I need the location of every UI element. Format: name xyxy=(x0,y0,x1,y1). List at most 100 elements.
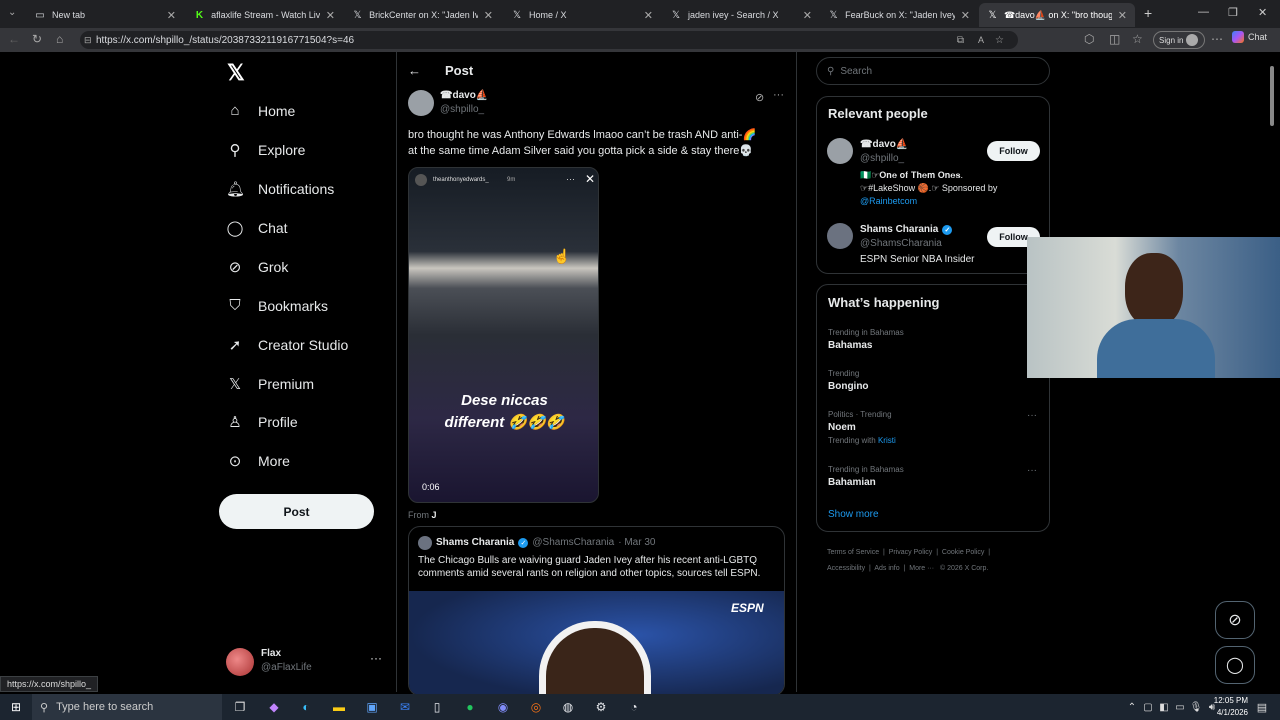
tab-fearbuck[interactable]: 𝕏 FearBuck on X: "Jaden Ivey questi ✕ xyxy=(820,3,978,27)
quote-image[interactable]: ESPN xyxy=(409,591,784,695)
minimize-icon[interactable]: — xyxy=(1198,6,1209,18)
from-user[interactable]: J xyxy=(432,510,437,520)
nav-home[interactable]: ⌂ Home xyxy=(226,102,295,119)
tab-active-post[interactable]: 𝕏 ☎davo⛵ on X: "bro thought he w ✕ xyxy=(979,3,1135,27)
read-aloud-icon[interactable]: A xyxy=(978,35,984,45)
document-icon[interactable]: ▯ xyxy=(429,699,445,715)
network-icon[interactable]: ▭ xyxy=(1172,699,1188,715)
nav-bookmarks[interactable]: ⛉ Bookmarks xyxy=(226,297,328,314)
more-dots-icon[interactable]: ··· xyxy=(773,89,784,101)
follow-button[interactable]: Follow xyxy=(987,141,1040,161)
nav-notifications[interactable]: 🔔︎ Notifications xyxy=(226,180,334,198)
footer-link[interactable]: Cookie Policy xyxy=(942,549,984,556)
close-tab-icon[interactable]: ✕ xyxy=(167,9,176,22)
close-tab-icon[interactable]: ✕ xyxy=(326,9,335,22)
tab-kick[interactable]: K aflaxlife Stream - Watch Live on K ✕ xyxy=(186,3,343,27)
settings-menu-icon[interactable]: ⋯ xyxy=(1211,32,1223,46)
restore-icon[interactable]: ❐ xyxy=(1228,6,1238,19)
grok-float-button[interactable]: ⊘ xyxy=(1215,601,1255,639)
clock[interactable]: 12:05 PM 4/1/2026 xyxy=(1206,695,1248,719)
video-player[interactable]: theanthonyedwards_ 9m ··· ✕ Dese niccas … xyxy=(408,167,599,503)
trend-extra-link[interactable]: Kristi xyxy=(878,436,896,445)
taskbar-search-input[interactable]: ⚲ Type here to search xyxy=(32,694,222,720)
copilot-icon[interactable]: ◆ xyxy=(266,699,282,715)
split-screen-icon[interactable]: ◫ xyxy=(1109,32,1120,46)
back-icon[interactable]: ← xyxy=(8,32,20,46)
footer-link[interactable]: Accessibility xyxy=(827,565,865,572)
task-view-icon[interactable]: ❐ xyxy=(232,699,248,715)
nav-explore[interactable]: ⚲ Explore xyxy=(226,141,306,159)
spotify-icon[interactable]: ● xyxy=(462,699,478,715)
address-bar[interactable]: ⊟ https://x.com/shpillo_/status/20387332… xyxy=(80,31,1018,49)
file-explorer-icon[interactable]: ▬ xyxy=(331,699,347,715)
trend-item[interactable]: Trending Bongino xyxy=(828,369,869,392)
discord-icon[interactable]: ◉ xyxy=(495,699,511,715)
grok-icon[interactable]: ⊘ xyxy=(755,91,764,104)
close-tab-icon[interactable]: ✕ xyxy=(803,9,812,22)
close-tab-icon[interactable]: ✕ xyxy=(961,9,970,22)
search-input[interactable]: ⚲ Search xyxy=(816,57,1050,85)
site-info-icon[interactable]: ⊟ xyxy=(84,35,92,46)
home-button-icon[interactable]: ⌂ xyxy=(56,32,63,46)
favorite-star-icon[interactable]: ☆ xyxy=(995,35,1004,46)
footer-link[interactable]: Ads info xyxy=(874,565,899,572)
back-arrow-icon[interactable]: ← xyxy=(408,63,421,78)
more-dots-icon[interactable]: ··· xyxy=(1027,410,1037,421)
nav-grok[interactable]: ⊘ Grok xyxy=(226,258,289,276)
microphone-icon[interactable]: 🎙︎ xyxy=(1188,699,1204,715)
close-tab-icon[interactable]: ✕ xyxy=(484,9,493,22)
nav-premium[interactable]: 𝕏 Premium xyxy=(226,375,314,393)
footer-link[interactable]: More ··· xyxy=(909,565,934,572)
more-dots-icon[interactable]: ··· xyxy=(1027,465,1037,476)
windows-start-icon[interactable]: ⊞ xyxy=(8,699,24,715)
tab-brickcenter[interactable]: 𝕏 BrickCenter on X: "Jaden Ivey on X ✕ xyxy=(344,3,501,27)
avatar[interactable] xyxy=(827,138,853,164)
person-name[interactable]: ☎davo⛵ xyxy=(860,139,908,150)
person-name-row[interactable]: Shams Charania ✓ xyxy=(860,224,953,235)
show-more-link[interactable]: Show more xyxy=(828,509,879,520)
nav-more[interactable]: ⊙ More xyxy=(226,452,290,470)
close-window-icon[interactable]: ✕ xyxy=(1258,6,1267,19)
new-tab-plus-icon[interactable]: + xyxy=(1144,5,1152,21)
chrome-icon[interactable]: ◎ xyxy=(528,699,544,715)
extensions-icon[interactable]: ⬡ xyxy=(1084,32,1094,46)
edge-icon[interactable]: ◐ xyxy=(298,699,314,715)
bio-link[interactable]: @Rainbetcom xyxy=(860,195,1040,208)
footer-link[interactable]: Terms of Service xyxy=(827,549,879,556)
avatar[interactable] xyxy=(827,223,853,249)
nav-creator-studio[interactable]: ➚ Creator Studio xyxy=(226,336,349,354)
copilot-chat-button[interactable]: Chat xyxy=(1232,31,1267,43)
tray-app-icon[interactable]: ◧ xyxy=(1156,699,1172,715)
chat-float-button[interactable]: ◯ xyxy=(1215,646,1255,684)
post-button[interactable]: Post xyxy=(219,494,374,529)
person-handle[interactable]: @ShamsCharania xyxy=(860,238,942,249)
footer-link[interactable]: Privacy Policy xyxy=(889,549,933,556)
reload-icon[interactable]: ↻ xyxy=(32,32,42,46)
close-tab-icon[interactable]: ✕ xyxy=(1118,9,1127,22)
avatar[interactable] xyxy=(408,90,434,116)
trend-item[interactable]: Politics · Trending Noem Trending with K… xyxy=(828,410,896,445)
nav-profile[interactable]: ♙ Profile xyxy=(226,413,297,431)
author-handle[interactable]: @shpillo_ xyxy=(440,104,484,115)
scrollbar-thumb[interactable] xyxy=(1270,66,1274,126)
tab-search[interactable]: 𝕏 jaden ivey - Search / X ✕ xyxy=(662,3,820,27)
store-icon[interactable]: ▣ xyxy=(364,699,380,715)
trend-item[interactable]: Trending in Bahamas Bahamian xyxy=(828,465,904,488)
tab-new-tab[interactable]: ▭ New tab ✕ xyxy=(26,3,184,27)
close-tab-icon[interactable]: ✕ xyxy=(644,9,653,22)
nav-chat[interactable]: ◯ Chat xyxy=(226,219,288,237)
tray-chevron-icon[interactable]: ⌃ xyxy=(1124,699,1140,715)
person-handle[interactable]: @shpillo_ xyxy=(860,153,904,164)
tray-app-icon[interactable]: ▢ xyxy=(1140,699,1156,715)
app-available-icon[interactable]: ⧉ xyxy=(957,35,964,46)
settings-gear-icon[interactable]: ⚙ xyxy=(593,699,609,715)
x-logo-icon[interactable]: 𝕏 xyxy=(227,60,245,86)
tab-home-x[interactable]: 𝕏 Home / X ✕ xyxy=(503,3,661,27)
mail-icon[interactable]: ✉ xyxy=(397,699,413,715)
trend-item[interactable]: Trending in Bahamas Bahamas xyxy=(828,328,904,351)
tab-list-chevron-icon[interactable]: ⌄ xyxy=(8,7,16,18)
app-icon[interactable]: ◔ xyxy=(626,699,642,715)
quoted-post[interactable]: Shams Charania ✓ @ShamsCharania · Mar 30… xyxy=(408,526,785,696)
notifications-icon[interactable]: ▤ xyxy=(1254,699,1270,715)
sign-in-button[interactable]: Sign in xyxy=(1153,31,1205,49)
